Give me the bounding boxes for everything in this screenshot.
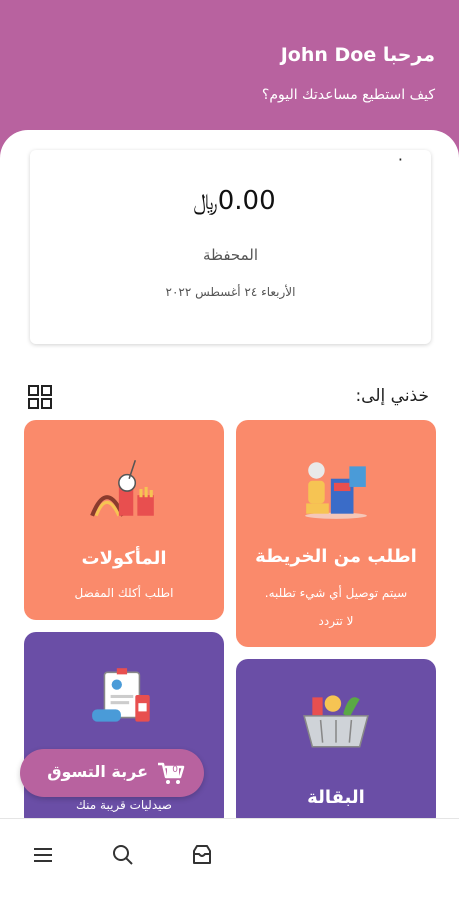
menu-icon[interactable] [31,843,55,867]
wallet-dot: · [397,150,403,169]
delivery-map-icon [305,462,367,519]
wallet-amount: 0.00 [217,186,276,216]
card-title: البقالة [307,787,365,808]
cart-count: 0 [172,765,178,775]
card-grocery[interactable]: البقالة [236,659,436,829]
card-desc-line2: لا تتردد [318,614,354,628]
card-order-from-map[interactable]: اطلب من الخريطة سيتم توصيل أي شيء تطلبه.… [236,420,436,647]
food-icon [90,459,154,517]
card-food[interactable]: المأكولات اطلب أكلك المفضل [24,420,224,620]
cart-icon [158,762,185,784]
cart-label: عربة التسوق [47,762,148,781]
bottom-nav [0,818,459,900]
orders-icon[interactable] [190,843,214,867]
wallet-date: الأربعاء ٢٤ أغسطس ٢٠٢٢ [165,285,296,299]
section-title: خذني إلى: [355,386,429,406]
wallet-balance: 0.00﷼ [30,186,431,216]
subtitle: كيف استطيع مساعدتك اليوم؟ [261,87,435,103]
grid-icon[interactable] [28,385,52,409]
wallet-card[interactable]: · 0.00﷼ المحفظة الأربعاء ٢٤ أغسطس ٢٠٢٢ [30,150,431,344]
card-title: اطلب من الخريطة [255,546,417,567]
card-title: المأكولات [81,548,167,569]
pharmacy-icon [92,668,150,722]
search-icon[interactable] [111,843,135,867]
greeting: مرحبا John Doe [280,44,435,66]
card-pharmacy[interactable]: صيدليات قريبة منك [24,632,224,829]
currency-symbol: ﷼ [193,190,218,215]
wallet-label: المحفظة [202,246,259,264]
card-desc: اطلب أكلك المفضل [74,586,174,600]
grocery-basket-icon [303,695,369,748]
cart-button[interactable]: عربة التسوق 0 [20,749,204,797]
card-desc-line1: سيتم توصيل أي شيء تطلبه. [264,586,408,600]
